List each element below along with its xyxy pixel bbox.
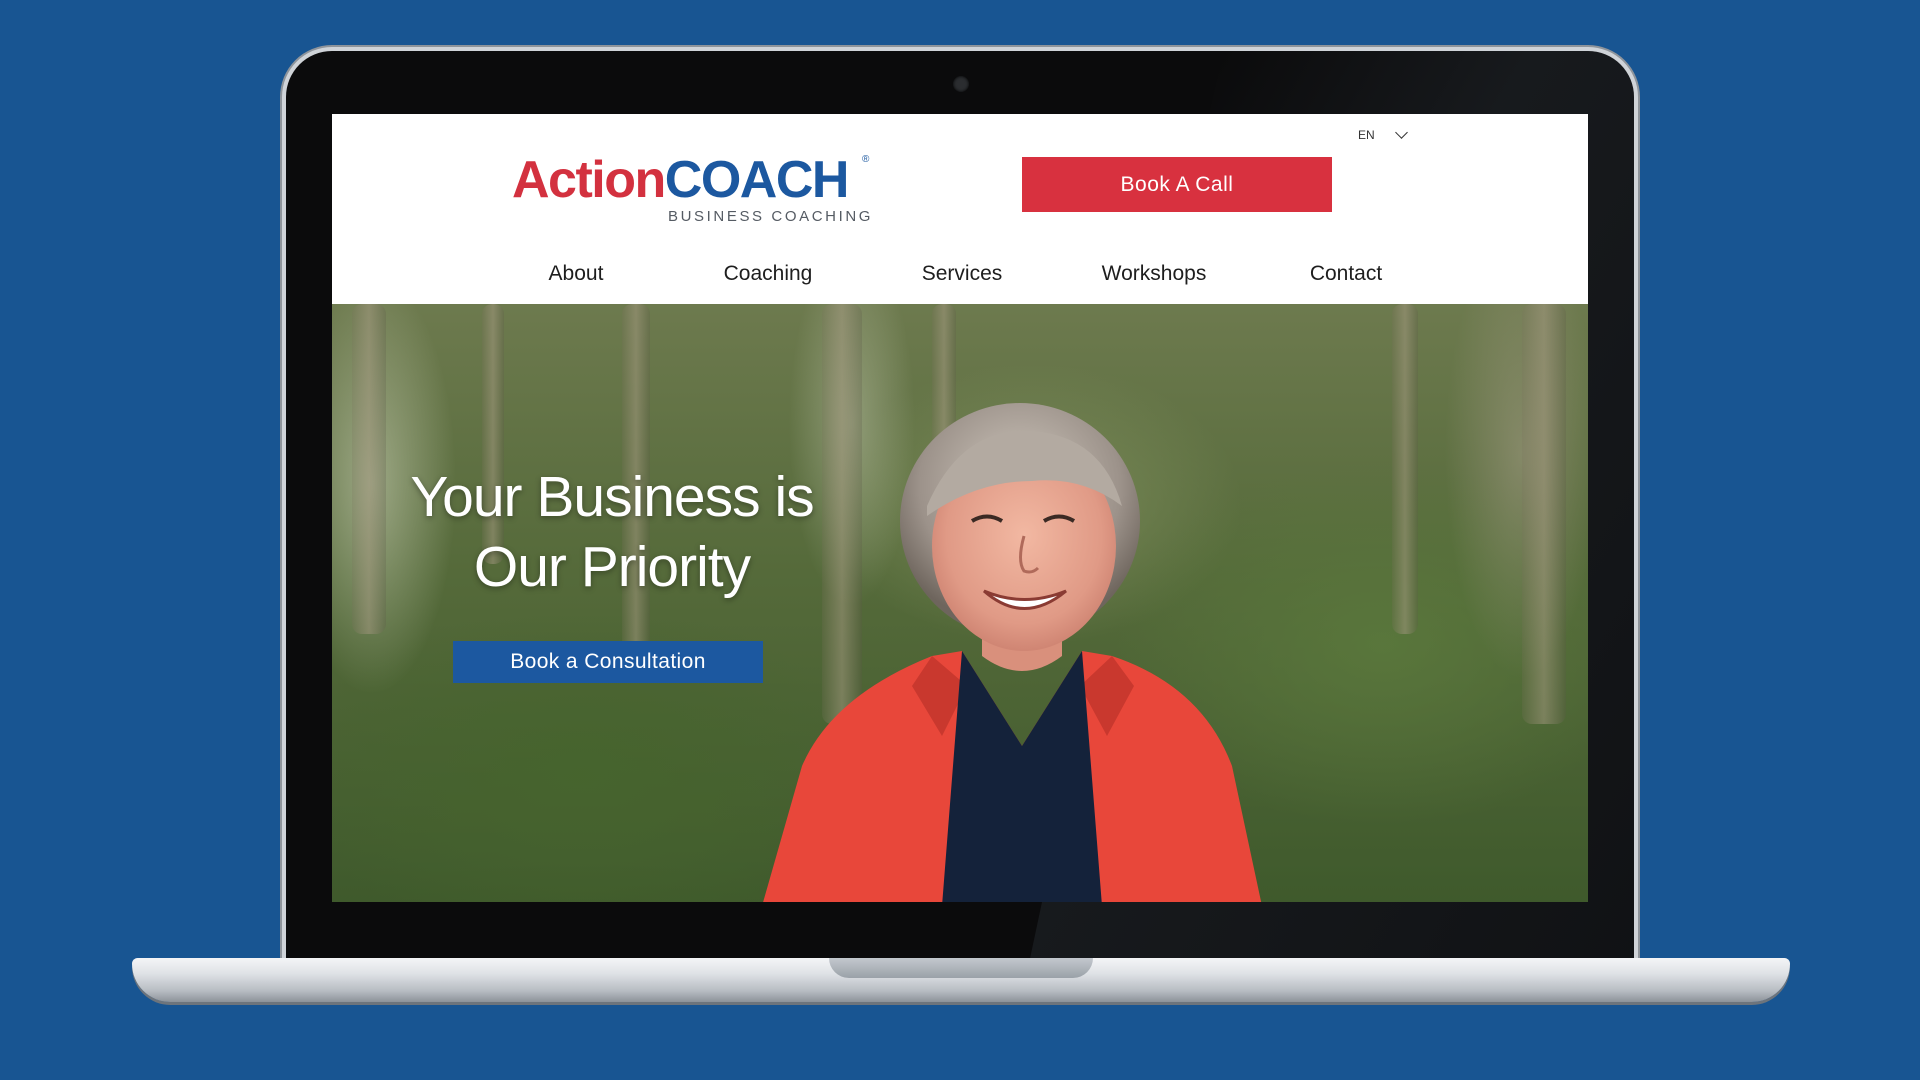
laptop-base <box>132 958 1790 1002</box>
nav-item-contact[interactable]: Contact <box>1310 262 1382 286</box>
actioncoach-logo[interactable]: ActionCOACH ® BUSINESS COACHING <box>512 151 874 225</box>
main-nav: About Coaching Services Workshops Contac… <box>332 262 1588 298</box>
camera-icon <box>953 76 969 92</box>
logo-wordmark: ActionCOACH <box>512 151 850 209</box>
nav-item-services[interactable]: Services <box>922 262 1003 286</box>
book-consultation-button[interactable]: Book a Consultation <box>453 641 763 683</box>
language-label: EN <box>1358 128 1375 142</box>
hero-title-line-2: Our Priority <box>473 535 751 599</box>
site-header: ActionCOACH ® BUSINESS COACHING EN Book … <box>332 114 1588 304</box>
hero-title-line-1: Your Business is <box>410 465 814 529</box>
nav-item-coaching[interactable]: Coaching <box>724 262 813 286</box>
tree-trunk <box>1522 304 1566 724</box>
logo-registered-mark: ® <box>862 154 870 165</box>
tree-trunk <box>1392 304 1418 634</box>
laptop-lid: ActionCOACH ® BUSINESS COACHING EN Book … <box>286 51 1634 963</box>
nav-item-about[interactable]: About <box>549 262 604 286</box>
language-selector[interactable]: EN <box>1358 126 1408 144</box>
hero-section: Your Business is Our Priority Book a Con… <box>332 304 1588 902</box>
logo-action-text: Action <box>512 151 666 209</box>
chevron-down-icon <box>1394 126 1408 139</box>
hero-title: Your Business is Our Priority <box>362 462 862 602</box>
logo-subtitle: BUSINESS COACHING <box>668 208 874 225</box>
book-a-call-button[interactable]: Book A Call <box>1022 157 1332 212</box>
website-screen: ActionCOACH ® BUSINESS COACHING EN Book … <box>332 114 1588 902</box>
mockup-stage: ActionCOACH ® BUSINESS COACHING EN Book … <box>0 0 1920 1080</box>
nav-item-workshops[interactable]: Workshops <box>1102 262 1207 286</box>
logo-coach-text: COACH <box>664 151 850 209</box>
laptop-base-notch <box>829 958 1093 978</box>
